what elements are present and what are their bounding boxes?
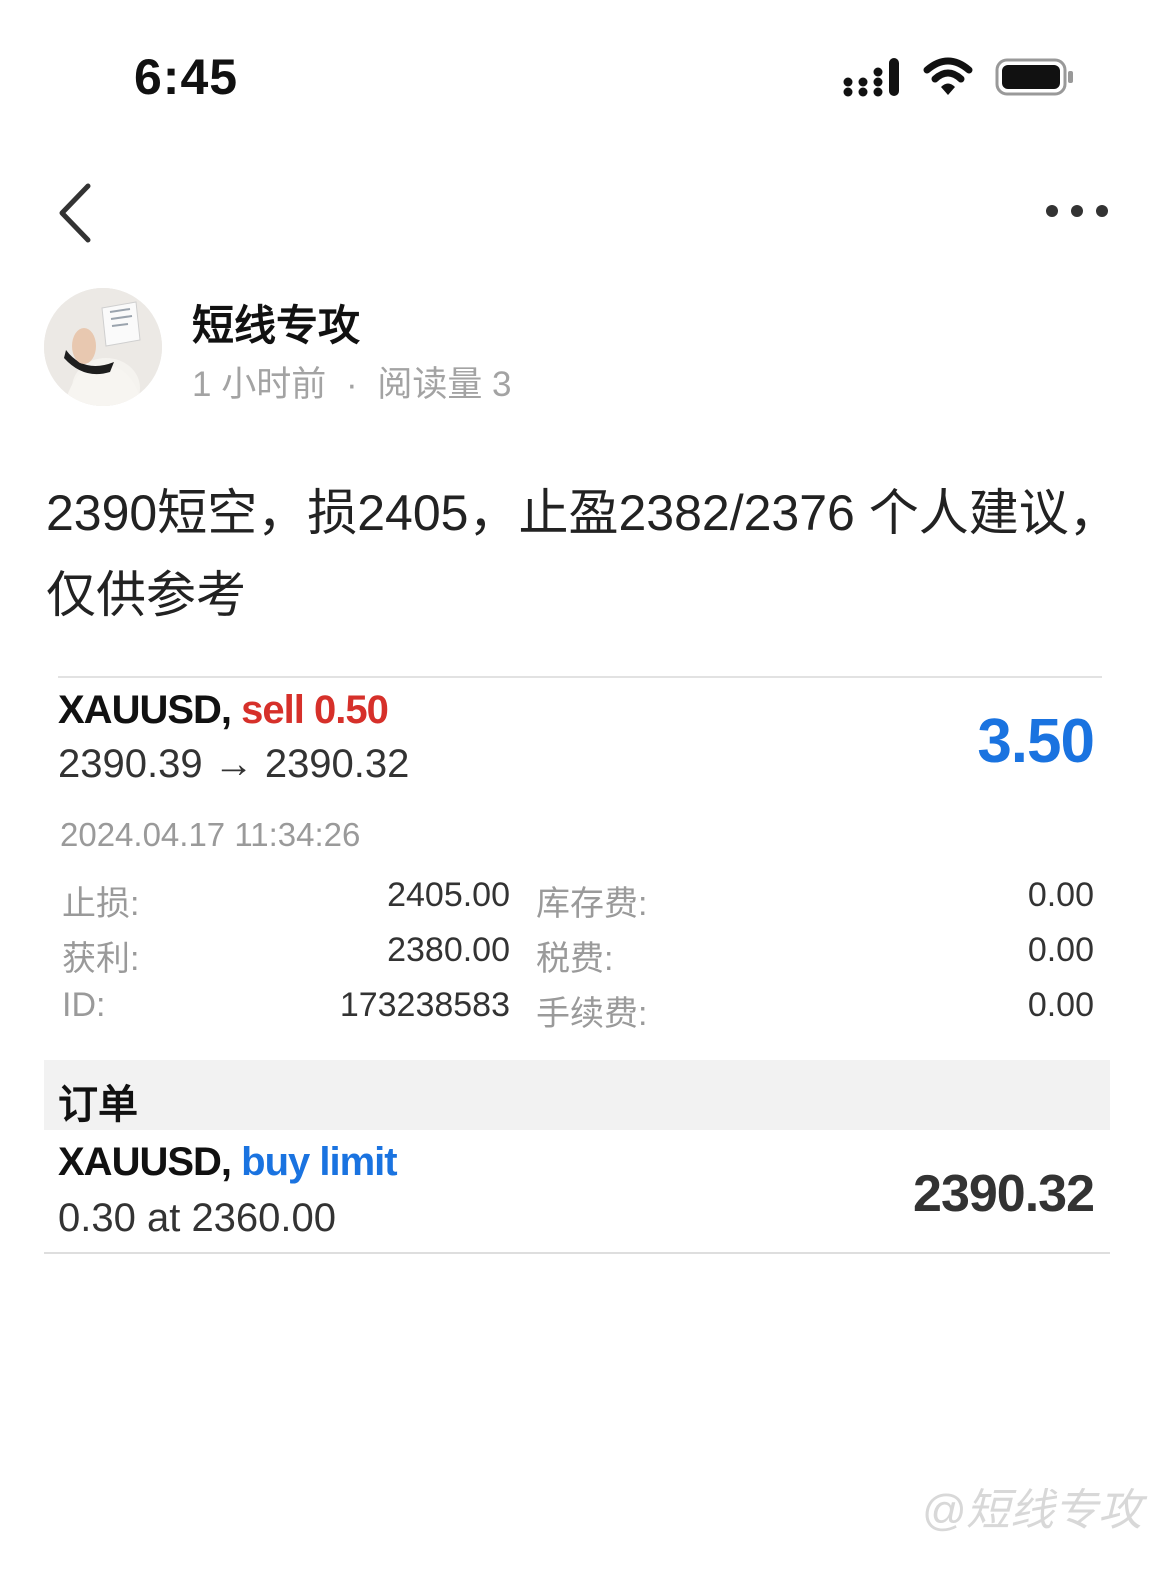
status-time: 6:45 bbox=[134, 49, 239, 105]
author-name[interactable]: 短线专攻 bbox=[192, 292, 360, 353]
tax-value: 0.00 bbox=[1027, 931, 1094, 969]
id-label: ID: bbox=[62, 986, 106, 1024]
order-header[interactable]: XAUUSD, buy limit bbox=[58, 1140, 398, 1185]
position-profit: 3.50 bbox=[977, 707, 1095, 776]
post-time: 1 小时前 bbox=[192, 365, 327, 404]
orders-title: 订单 bbox=[58, 1083, 138, 1127]
swap-value: 0.00 bbox=[1027, 876, 1094, 914]
battery-icon bbox=[995, 58, 1073, 96]
order-current-price: 2390.32 bbox=[913, 1165, 1095, 1223]
order-type: buy limit bbox=[241, 1140, 397, 1184]
meta-separator: · bbox=[345, 365, 358, 404]
more-options-icon[interactable] bbox=[1040, 200, 1114, 222]
wifi-icon bbox=[923, 57, 973, 95]
post-meta: 1 小时前 · 阅读量 3 bbox=[192, 356, 512, 407]
back-arrow-icon[interactable] bbox=[52, 180, 102, 246]
position-prices: 2390.39 → 2390.32 bbox=[58, 742, 410, 786]
orders-section-header bbox=[44, 1060, 1110, 1130]
tp-label: 获利: bbox=[62, 940, 140, 978]
position-side: sell 0.50 bbox=[241, 688, 389, 732]
position-header[interactable]: XAUUSD, sell 0.50 bbox=[58, 688, 389, 733]
position-datetime: 2024.04.17 11:34:26 bbox=[60, 816, 361, 853]
watermark: @短线专攻 bbox=[921, 1486, 1142, 1535]
divider bbox=[44, 1252, 1110, 1254]
order-volume-price: 0.30 at 2360.00 bbox=[58, 1196, 337, 1240]
fee-label: 手续费: bbox=[536, 995, 648, 1033]
swap-label: 库存费: bbox=[536, 885, 648, 923]
order-symbol: XAUUSD, bbox=[58, 1140, 232, 1184]
avatar[interactable] bbox=[44, 288, 162, 406]
tax-label: 税费: bbox=[536, 940, 614, 978]
position-symbol: XAUUSD, bbox=[58, 688, 232, 732]
fee-value: 0.00 bbox=[1027, 986, 1094, 1024]
tp-value: 2380.00 bbox=[387, 931, 510, 969]
id-value: 173238583 bbox=[339, 986, 510, 1024]
post-text: 2390短空，损2405，止盈2382/2376 个人建议，仅供参考 bbox=[46, 485, 1119, 623]
sl-label: 止损: bbox=[62, 885, 140, 923]
signal-icon bbox=[843, 58, 899, 97]
sl-value: 2405.00 bbox=[387, 876, 510, 914]
divider bbox=[58, 676, 1102, 678]
read-count: 阅读量 3 bbox=[377, 365, 512, 404]
